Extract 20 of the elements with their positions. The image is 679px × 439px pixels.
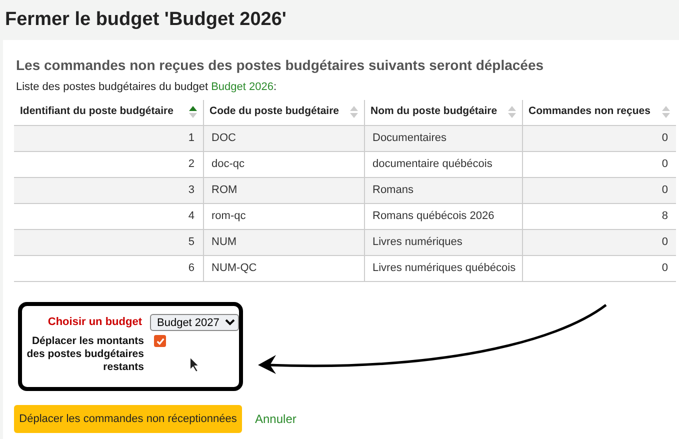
table-cell: Livres numériques québécois [364,256,522,282]
budget-label: Choisir un budget [46,315,142,330]
column-header[interactable]: Commandes non reçues [528,104,650,120]
page-title: Fermer le budget 'Budget 2026' [5,8,286,32]
budget-link[interactable]: Budget 2026 [211,81,274,93]
budget-select[interactable]: Budget 2027 [150,314,239,331]
column-header[interactable]: Nom du poste budgétaire [370,104,498,120]
column-header[interactable]: Code du poste budgétaire [210,104,340,120]
table-cell: 0 [522,256,676,282]
cancel-link[interactable]: Annuler [255,410,296,428]
table-cell: NUM-QC [203,256,364,282]
intro-text: Liste des postes budgétaires du budget Budget 2026: [16,80,278,95]
move-orders-button[interactable]: Déplacer les commandes non réceptionnées [14,405,242,433]
column-header[interactable]: Identifiant du poste budgétaire [20,104,174,120]
move-amounts-checkbox[interactable] [154,335,166,347]
move-amounts-label: Déplacer les montants des postes budgétaires restants [26,335,144,374]
table-cell: 6 [14,256,203,282]
cursor-icon [189,356,201,373]
section-heading: Les commandes non reçues des postes budgétaires suivants seront déplacées [16,56,545,75]
sort-icon[interactable] [188,106,196,118]
